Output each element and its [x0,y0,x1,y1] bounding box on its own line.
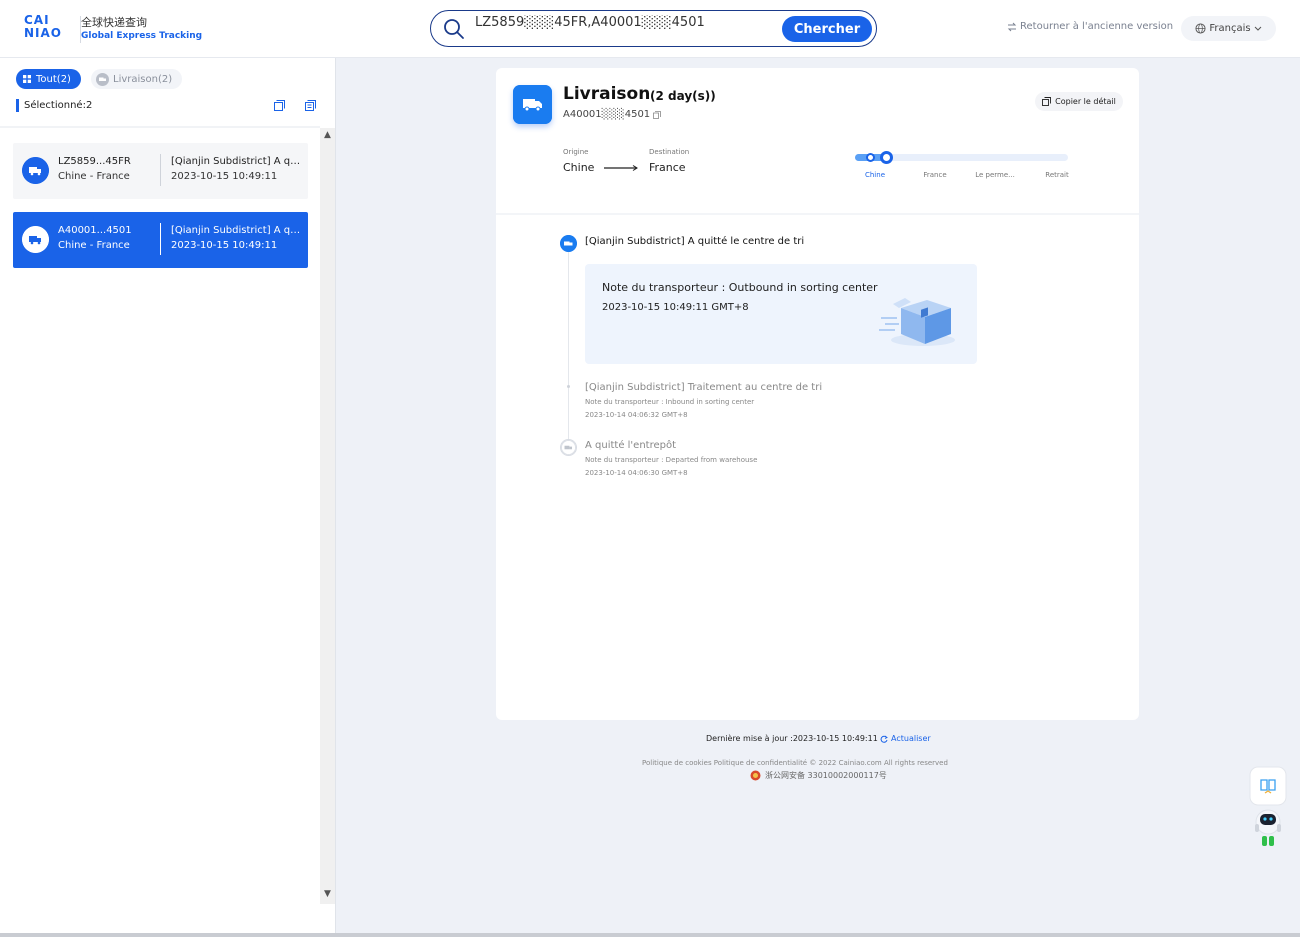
card-route: Chine - France [58,240,130,251]
language-label: Français [1209,23,1251,34]
copy-detail-label: Copier le détail [1055,97,1116,106]
delivery-truck-icon [513,85,552,124]
copy-icon [1042,97,1052,106]
status-title: Livraison [563,84,651,104]
origin-label: Origine [563,148,589,156]
card-tracking-number: A40001...4501 [58,225,132,236]
truck-icon [22,226,49,253]
footer-links[interactable]: Politique de cookies Politique de confid… [642,759,948,767]
card-route: Chine - France [58,171,130,182]
tracking-number: A40001░░░4501 [563,109,662,120]
swap-icon [1007,22,1017,31]
copy-detail-button[interactable]: Copier le détail [1035,92,1123,111]
search-input[interactable] [475,12,775,32]
divider [160,223,161,255]
grid-icon [23,75,31,83]
divider [160,154,161,186]
cainiao-logo-mark: CAI NIAO [24,13,62,40]
stage-label: France [923,171,947,179]
copy-icon[interactable] [653,110,662,119]
event-note-box: Note du transporteur : Outbound in sorti… [585,264,977,364]
shipment-card-selected[interactable]: A40001...4501 Chine - France [Qianjin Su… [13,212,308,268]
event-note: Note du transporteur : Outbound in sorti… [602,281,878,294]
card-status: [Qianjin Subdistrict] A quitté le centre… [171,225,306,236]
warehouse-truck-icon [560,439,577,456]
scroll-down-icon[interactable]: ▼ [320,887,335,901]
event-time: 2023-10-14 04:06:30 GMT+8 [585,469,688,477]
search-icon[interactable] [443,18,465,40]
selected-count: Sélectionné:2 [16,99,92,112]
globe-icon [1195,23,1206,34]
search-button[interactable]: Chercher [782,16,872,42]
old-version-label: Retourner à l'ancienne version [1020,21,1174,32]
origin-value: Chine [563,161,595,174]
header: CAI NIAO 全球快递查询 Global Express Tracking … [0,0,1300,58]
event-title: A quitté l'entrepôt [585,440,677,451]
stage-label: Le perme... [975,171,1015,179]
arrow-right-icon [604,165,638,171]
event-title: [Qianjin Subdistrict] Traitement au cent… [585,382,823,393]
stage-label: Chine [864,171,885,179]
police-badge-icon [750,770,761,781]
logo-text: 全球快递查询 Global Express Tracking [80,15,203,43]
destination-value: France [649,161,686,174]
refresh-label: Actualiser [891,734,931,743]
sidebar: Tout(2) Livraison(2) Sélectionné:2 LZ585… [0,58,336,937]
event-note: Note du transporteur : Departed from war… [585,456,758,464]
refresh-icon [880,735,888,743]
last-update: Dernière mise à jour :2023-10-15 10:49:1… [706,734,878,743]
package-illustration [879,298,955,346]
search-bar: Chercher [430,10,877,47]
window-bottom-edge [0,933,1300,937]
timeline-line [568,250,569,446]
language-selector[interactable]: Français [1181,16,1276,41]
shipment-detail-panel: Livraison (2 day(s)) A40001░░░4501 Copie… [496,68,1139,720]
icp-registration[interactable]: 浙公网安备 33010002000117号 [750,770,887,781]
logo[interactable]: CAI NIAO 全球快递查询 Global Express Tracking [24,14,202,44]
tracking-number-text: A40001░░░4501 [563,109,651,120]
assistant-robot-icon[interactable] [1249,766,1287,854]
event-time: 2023-10-15 10:49:11 GMT+8 [602,302,749,313]
truck-icon [22,157,49,184]
chevron-down-icon [1254,26,1261,31]
copy-all-icon[interactable] [304,99,317,112]
card-status: [Qianjin Subdistrict] A quitté le centre… [171,156,306,167]
divider [496,213,1139,215]
filter-all-label: Tout(2) [36,73,71,85]
card-time: 2023-10-15 10:49:11 [171,240,278,251]
timeline-dot [567,385,570,388]
transit-days: (2 day(s)) [650,89,716,103]
old-version-link[interactable]: Retourner à l'ancienne version [1007,21,1173,32]
filter-delivery-label: Livraison(2) [113,73,173,85]
progress-current-dot [880,151,893,164]
stage-label: Retrait [1045,171,1069,179]
copy-icon[interactable] [273,99,286,112]
icp-label: 浙公网安备 33010002000117号 [765,771,887,780]
progress-dot [866,153,875,162]
refresh-button[interactable]: Actualiser [880,734,931,743]
shipment-card[interactable]: LZ5859...45FR Chine - France [Qianjin Su… [13,143,308,199]
event-time: 2023-10-14 04:06:32 GMT+8 [585,411,688,419]
divider [0,126,320,128]
truck-icon [560,235,577,252]
filter-all-tab[interactable]: Tout(2) [16,69,81,89]
event-note: Note du transporteur : Inbound in sortin… [585,398,755,406]
card-tracking-number: LZ5859...45FR [58,156,131,167]
filter-delivery-tab[interactable]: Livraison(2) [91,69,183,89]
scroll-up-icon[interactable]: ▲ [320,128,335,142]
event-title: [Qianjin Subdistrict] A quitté le centre… [585,236,805,247]
logo-english-title: Global Express Tracking [81,30,203,41]
logo-chinese-title: 全球快递查询 [81,15,147,29]
destination-label: Destination [649,148,690,156]
truck-icon [96,72,109,86]
card-time: 2023-10-15 10:49:11 [171,171,278,182]
scrollbar[interactable] [320,128,335,904]
